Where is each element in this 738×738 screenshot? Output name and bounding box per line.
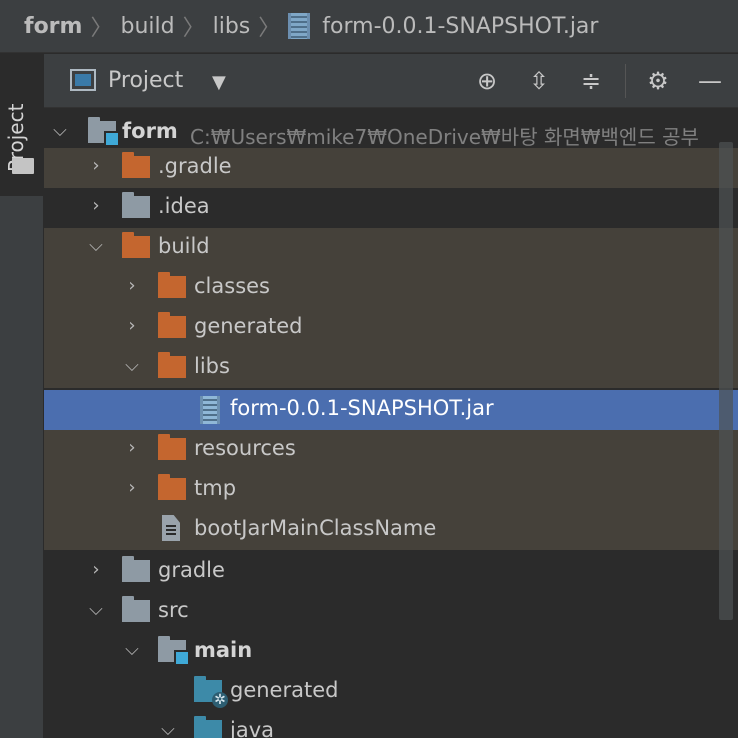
tree-item-label: generated <box>194 314 303 338</box>
tool-window-strip: Project <box>0 54 44 738</box>
tree-row-generated-src[interactable]: generated <box>44 672 738 712</box>
locate-icon[interactable]: ⊕ <box>470 64 504 98</box>
folder-icon <box>122 192 150 218</box>
folder-icon <box>122 556 150 582</box>
tree-row-gradle-dir[interactable]: › .gradle <box>44 148 738 188</box>
tree-item-label: classes <box>194 274 270 298</box>
text-file-icon <box>162 515 180 541</box>
tree-item-label: .gradle <box>158 154 232 178</box>
tree-row-idea[interactable]: › .idea <box>44 188 738 228</box>
folder-icon <box>122 596 150 622</box>
tree-item-label: gradle <box>158 558 225 582</box>
module-folder-icon <box>158 636 190 666</box>
tree-item-label: main <box>194 638 253 662</box>
tree-item-label: java <box>230 718 274 738</box>
tree-row-libs[interactable]: ⌵ libs <box>44 348 738 388</box>
breadcrumb: form 〉 build 〉 libs 〉 form-0.0.1-SNAPSHO… <box>0 0 738 53</box>
tree-row-java[interactable]: ⌵ java <box>44 712 738 738</box>
tree-row-jar[interactable]: form-0.0.1-SNAPSHOT.jar <box>44 390 738 430</box>
tree-row-src[interactable]: ⌵ src <box>44 592 738 632</box>
breadcrumb-item-libs[interactable]: libs <box>213 14 251 39</box>
minimize-icon[interactable]: — <box>693 64 727 98</box>
source-folder-icon <box>194 716 222 738</box>
jar-file-icon <box>200 396 220 424</box>
collapse-all-icon[interactable]: ≑ <box>574 64 608 98</box>
toolbar-divider <box>625 64 626 98</box>
chevron-down-icon[interactable]: ⌵ <box>158 720 178 738</box>
chevron-right-icon[interactable]: › <box>122 438 142 458</box>
tree-row-bootjar[interactable]: bootJarMainClassName <box>44 510 738 550</box>
tree-item-label: generated <box>230 678 339 702</box>
breadcrumb-item-jar[interactable]: form-0.0.1-SNAPSHOT.jar <box>322 14 598 39</box>
folder-icon <box>158 272 186 298</box>
tree-item-label: tmp <box>194 476 237 500</box>
chevron-down-icon[interactable]: ⌵ <box>86 236 106 256</box>
breadcrumb-item-form[interactable]: form <box>24 14 82 39</box>
chevron-down-icon[interactable]: ⌵ <box>50 121 70 141</box>
tree-item-label: src <box>158 598 189 622</box>
project-view-icon <box>70 69 96 91</box>
tree-item-label: libs <box>194 354 230 378</box>
tree-row-tmp[interactable]: › tmp <box>44 470 738 510</box>
chevron-right-icon[interactable]: › <box>86 156 106 176</box>
chevron-down-icon[interactable]: ⌵ <box>122 356 142 376</box>
chevron-right-icon[interactable]: › <box>122 276 142 296</box>
folder-icon <box>158 434 186 460</box>
gear-icon[interactable]: ⚙ <box>641 64 675 98</box>
tree-row-main[interactable]: ⌵ main <box>44 632 738 672</box>
tree-item-label: form-0.0.1-SNAPSHOT.jar <box>230 396 494 420</box>
project-panel-header: Project ▼ ⊕ ⇳ ≑ ⚙ — <box>44 54 738 108</box>
tree-row-classes[interactable]: › classes <box>44 268 738 308</box>
tree-item-label: build <box>158 234 210 258</box>
folder-icon <box>158 312 186 338</box>
folder-icon <box>158 352 186 378</box>
folder-icon <box>122 152 150 178</box>
tree-row-form[interactable]: ⌵ form C:₩Users₩mike7₩OneDrive₩바탕 화면₩백엔드… <box>44 113 738 153</box>
tree-row-generated-build[interactable]: › generated <box>44 308 738 348</box>
tree-item-label: .idea <box>158 194 210 218</box>
tree-item-label: resources <box>194 436 296 460</box>
breadcrumb-item-build[interactable]: build <box>120 14 174 39</box>
tree-row-resources[interactable]: › resources <box>44 430 738 470</box>
chevron-right-icon[interactable]: › <box>122 478 142 498</box>
chevron-down-icon[interactable]: ▼ <box>212 72 226 93</box>
tree-row-build[interactable]: ⌵ build <box>44 228 738 268</box>
project-tree: ⌵ form C:₩Users₩mike7₩OneDrive₩바탕 화면₩백엔드… <box>44 108 738 738</box>
chevron-right-icon: 〉 <box>90 16 113 41</box>
chevron-right-icon: 〉 <box>182 16 205 41</box>
chevron-down-icon[interactable]: ⌵ <box>86 600 106 620</box>
tree-item-label: bootJarMainClassName <box>194 516 437 540</box>
chevron-right-icon[interactable]: › <box>86 196 106 216</box>
folder-icon <box>122 232 150 258</box>
project-view-selector[interactable]: Project <box>108 68 183 93</box>
chevron-right-icon: 〉 <box>258 16 281 41</box>
generated-sources-folder-icon <box>194 676 228 708</box>
expand-all-icon[interactable]: ⇳ <box>522 64 556 98</box>
tree-row-gradle[interactable]: › gradle <box>44 552 738 592</box>
jar-file-icon <box>288 13 311 39</box>
tree-item-label: form <box>122 119 178 143</box>
chevron-right-icon[interactable]: › <box>86 560 106 580</box>
vertical-scrollbar[interactable] <box>719 142 733 620</box>
tree-item-path: C:₩Users₩mike7₩OneDrive₩바탕 화면₩백엔드 공부 <box>190 125 699 149</box>
module-folder-icon <box>88 117 120 147</box>
chevron-right-icon[interactable]: › <box>122 316 142 336</box>
project-tool-tab[interactable]: Project <box>0 54 43 196</box>
folder-icon <box>158 474 186 500</box>
folder-icon <box>12 158 34 174</box>
chevron-down-icon[interactable]: ⌵ <box>122 640 142 660</box>
